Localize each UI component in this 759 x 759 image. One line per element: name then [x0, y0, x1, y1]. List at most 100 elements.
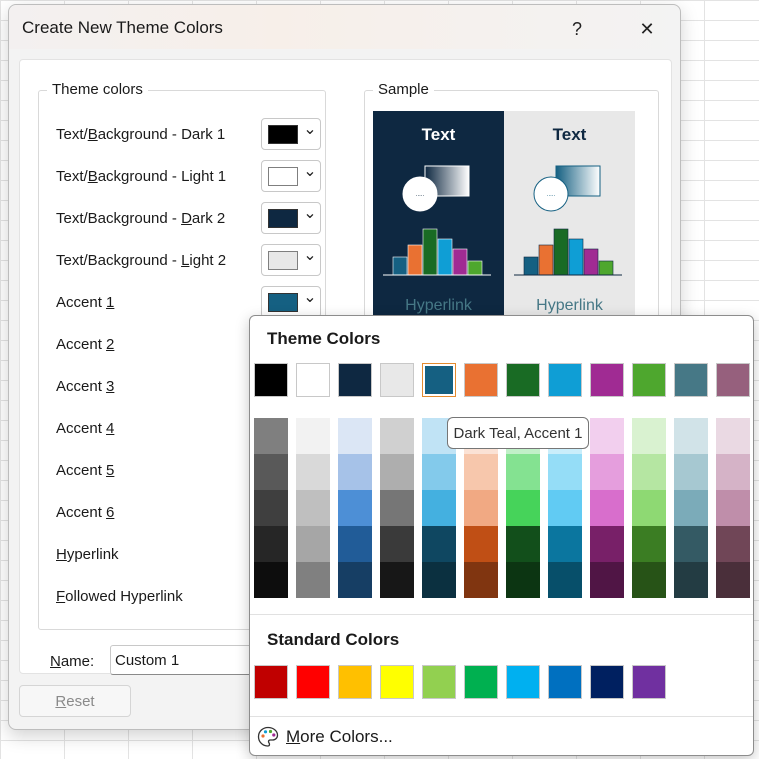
theme-color-swatch[interactable] — [674, 363, 708, 397]
theme-tint-swatch[interactable] — [632, 490, 666, 526]
theme-color-swatch[interactable] — [464, 363, 498, 397]
theme-colors-heading: Theme Colors — [267, 329, 381, 348]
theme-color-picker-button[interactable]: ⌄ — [261, 160, 321, 192]
theme-color-row-label: Accent 5 — [56, 462, 115, 479]
theme-tint-swatch[interactable] — [632, 454, 666, 490]
theme-color-swatch[interactable] — [548, 363, 582, 397]
theme-tint-swatch[interactable] — [422, 562, 456, 598]
theme-tint-swatch[interactable] — [674, 526, 708, 562]
theme-tint-swatch[interactable] — [254, 526, 288, 562]
theme-tint-swatch[interactable] — [590, 562, 624, 598]
theme-tint-swatch[interactable] — [590, 418, 624, 454]
sample-bar — [407, 244, 423, 276]
standard-color-swatch[interactable] — [506, 665, 540, 699]
theme-tint-swatch[interactable] — [338, 562, 372, 598]
sample-bar — [422, 228, 438, 276]
theme-tint-swatch[interactable] — [632, 562, 666, 598]
theme-tint-swatch[interactable] — [548, 562, 582, 598]
theme-tint-swatch[interactable] — [380, 418, 414, 454]
theme-tint-swatch[interactable] — [464, 490, 498, 526]
theme-tint-swatch[interactable] — [674, 562, 708, 598]
theme-tint-swatch[interactable] — [716, 490, 750, 526]
theme-tint-swatch[interactable] — [338, 418, 372, 454]
standard-color-swatch[interactable] — [296, 665, 330, 699]
theme-color-swatch[interactable] — [632, 363, 666, 397]
theme-tint-swatch[interactable] — [380, 562, 414, 598]
theme-tint-swatch[interactable] — [296, 490, 330, 526]
theme-tint-swatch[interactable] — [296, 418, 330, 454]
theme-tint-swatch[interactable] — [590, 454, 624, 490]
more-colors-button[interactable]: More Colors... — [254, 722, 393, 752]
theme-tint-swatch[interactable] — [716, 526, 750, 562]
standard-color-swatch[interactable] — [422, 665, 456, 699]
theme-tint-swatch[interactable] — [254, 454, 288, 490]
theme-tint-swatch[interactable] — [254, 490, 288, 526]
theme-tint-swatch[interactable] — [464, 526, 498, 562]
standard-color-swatch[interactable] — [254, 665, 288, 699]
theme-color-swatch[interactable] — [254, 363, 288, 397]
theme-tint-swatch[interactable] — [590, 490, 624, 526]
standard-color-swatch[interactable] — [548, 665, 582, 699]
sample-dark-panel: Text ..... Hyperlink — [373, 111, 504, 326]
palette-divider — [250, 614, 753, 615]
theme-color-picker-button[interactable]: ⌄ — [261, 118, 321, 150]
theme-tint-swatch[interactable] — [296, 526, 330, 562]
theme-tint-swatch[interactable] — [632, 526, 666, 562]
standard-color-swatch[interactable] — [590, 665, 624, 699]
theme-tint-swatch[interactable] — [380, 526, 414, 562]
theme-tint-swatch[interactable] — [716, 454, 750, 490]
theme-tint-swatch[interactable] — [506, 490, 540, 526]
theme-color-picker-button[interactable]: ⌄ — [261, 202, 321, 234]
theme-color-row-label: Accent 1 — [56, 294, 115, 311]
theme-tint-swatch[interactable] — [380, 490, 414, 526]
theme-tint-swatch[interactable] — [506, 526, 540, 562]
standard-color-swatch[interactable] — [338, 665, 372, 699]
theme-tint-swatch[interactable] — [674, 454, 708, 490]
theme-tint-swatch[interactable] — [464, 454, 498, 490]
theme-tint-swatch[interactable] — [254, 418, 288, 454]
theme-color-swatch[interactable] — [380, 363, 414, 397]
theme-tint-swatch[interactable] — [548, 454, 582, 490]
theme-color-swatch[interactable] — [716, 363, 750, 397]
theme-color-row-label: Accent 2 — [56, 336, 115, 353]
standard-color-swatch[interactable] — [380, 665, 414, 699]
reset-button[interactable]: Reset — [19, 685, 131, 717]
theme-tint-swatch[interactable] — [548, 490, 582, 526]
sample-dark-graphic: ..... — [383, 165, 491, 276]
theme-tint-swatch[interactable] — [632, 418, 666, 454]
standard-color-swatch[interactable] — [464, 665, 498, 699]
theme-color-swatch[interactable] — [506, 363, 540, 397]
theme-tint-swatch[interactable] — [506, 562, 540, 598]
theme-tint-swatch[interactable] — [422, 454, 456, 490]
theme-tint-swatch[interactable] — [548, 526, 582, 562]
theme-tint-swatch[interactable] — [296, 562, 330, 598]
standard-color-swatch[interactable] — [632, 665, 666, 699]
theme-color-swatch[interactable] — [296, 363, 330, 397]
close-icon: ✕ — [639, 18, 655, 39]
theme-tint-swatch[interactable] — [464, 562, 498, 598]
theme-color-swatch[interactable] — [590, 363, 624, 397]
sample-bar — [452, 248, 468, 276]
theme-tint-swatch[interactable] — [590, 526, 624, 562]
theme-tint-swatch[interactable] — [296, 454, 330, 490]
help-button[interactable]: ? — [555, 13, 599, 45]
theme-tint-swatch[interactable] — [674, 490, 708, 526]
theme-tint-swatch[interactable] — [422, 490, 456, 526]
theme-color-picker-button[interactable]: ⌄ — [261, 244, 321, 276]
theme-tint-swatch[interactable] — [338, 454, 372, 490]
sample-light-panel: Text ..... Hyperlink — [504, 111, 635, 326]
theme-color-picker-button[interactable]: ⌄ — [261, 286, 321, 318]
theme-color-row-label: Text/Background - Dark 1 — [56, 126, 226, 143]
theme-tint-swatch[interactable] — [338, 526, 372, 562]
theme-tint-swatch[interactable] — [422, 526, 456, 562]
theme-color-swatch[interactable] — [338, 363, 372, 397]
close-button[interactable]: ✕ — [625, 13, 669, 45]
theme-tint-swatch[interactable] — [506, 454, 540, 490]
theme-tint-swatch[interactable] — [380, 454, 414, 490]
theme-color-swatch[interactable] — [422, 363, 456, 397]
theme-tint-swatch[interactable] — [338, 490, 372, 526]
theme-tint-swatch[interactable] — [674, 418, 708, 454]
theme-tint-swatch[interactable] — [254, 562, 288, 598]
theme-tint-swatch[interactable] — [716, 418, 750, 454]
theme-tint-swatch[interactable] — [716, 562, 750, 598]
